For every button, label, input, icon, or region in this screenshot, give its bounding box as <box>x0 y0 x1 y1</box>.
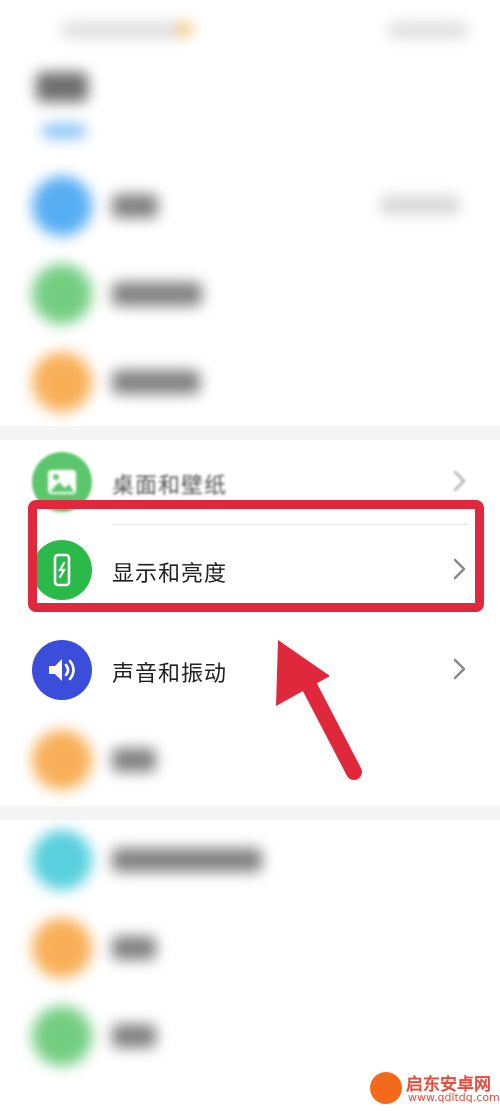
blurred-label <box>112 282 202 306</box>
watermark: 启东安卓网 www.qdltdq.com <box>370 1068 500 1108</box>
teal-setting-icon <box>32 830 92 890</box>
watermark-url: www.qdltdq.com <box>408 1091 500 1104</box>
status-bar <box>0 0 500 64</box>
settings-row-blurred-3[interactable] <box>0 338 500 428</box>
orange-setting-icon <box>32 352 92 412</box>
settings-row-blurred-5[interactable] <box>0 816 500 906</box>
blurred-label <box>112 194 158 218</box>
blurred-label <box>112 1024 156 1048</box>
chevron-right-icon <box>453 470 466 492</box>
blurred-value <box>380 196 460 214</box>
blurred-label <box>112 748 156 772</box>
search-bar[interactable] <box>42 124 86 138</box>
sound-icon <box>32 640 92 700</box>
orange-setting-icon <box>32 918 92 978</box>
status-notification-icon <box>178 22 192 36</box>
settings-row-blurred-6[interactable] <box>0 904 500 994</box>
blurred-label <box>112 848 262 872</box>
chevron-right-icon <box>453 658 466 680</box>
watermark-logo-icon <box>370 1072 402 1104</box>
blurred-label <box>112 936 156 960</box>
settings-row-label: 声音和振动 <box>112 662 228 687</box>
orange-setting-icon <box>32 730 92 790</box>
status-battery-icon <box>388 22 468 38</box>
settings-row-sound-vibration[interactable]: 声音和振动 <box>0 626 500 716</box>
highlight-box <box>28 500 484 612</box>
settings-row-label: 桌面和壁纸 <box>112 474 228 499</box>
settings-row-blurred-4[interactable] <box>0 716 500 806</box>
settings-screen: 桌面和壁纸 显示和亮度 声音和振动 启东安卓网 www.qdltdq.com <box>0 0 500 1111</box>
status-time <box>62 22 182 38</box>
settings-row-blurred-1[interactable] <box>0 162 500 252</box>
green-setting-icon <box>32 264 92 324</box>
settings-row-blurred-2[interactable] <box>0 250 500 340</box>
blurred-label <box>112 370 200 394</box>
page-title <box>36 72 88 102</box>
green-setting-icon <box>32 1006 92 1066</box>
blue-setting-icon <box>32 176 92 236</box>
